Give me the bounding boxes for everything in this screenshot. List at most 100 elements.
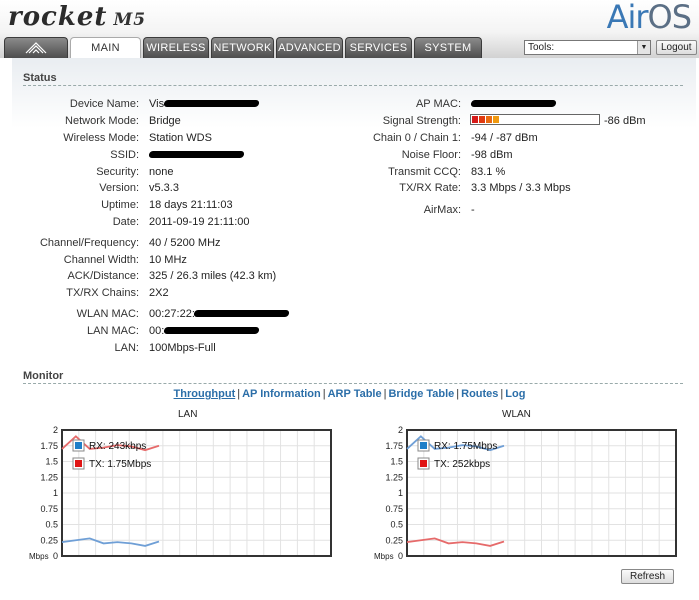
y-tick-label: 0 <box>53 551 58 561</box>
signal-segment <box>486 116 492 123</box>
tools-select[interactable]: Tools: ▼ <box>524 40 651 55</box>
left-label: Channel Width: <box>63 254 139 266</box>
signal-segment <box>493 116 499 123</box>
signal-strength-bar <box>470 114 600 125</box>
right-label: AirMax: <box>423 204 461 216</box>
y-tick-label: 1.75 <box>40 441 58 451</box>
left-value: Station WDS <box>149 132 212 144</box>
y-tick-label: 2 <box>398 425 403 435</box>
legend-label: TX: 252kbps <box>434 459 490 470</box>
redaction-mark <box>470 100 557 107</box>
right-label: Chain 0 / Chain 1: <box>372 132 461 144</box>
right-value: 83.1 % <box>471 166 506 178</box>
refresh-button[interactable]: Refresh <box>621 569 674 584</box>
right-label: TX/RX Rate: <box>399 182 461 194</box>
redaction-mark <box>163 327 260 334</box>
signal-segment <box>479 116 485 123</box>
legend-swatch <box>75 442 82 449</box>
tab-advanced[interactable]: ADVANCED <box>276 37 343 58</box>
tab-ubiquiti[interactable] <box>4 37 68 58</box>
right-value: -94 / -87 dBm <box>471 132 538 144</box>
monitor-links: Throughput | AP Information | ARP Table | Brid… <box>0 388 699 400</box>
y-tick-label: 0 <box>398 551 403 561</box>
lan-throughput-chart: 0 0.25 0.5 0.75 1 1.25 1.5 1.75 2 Mbps RX: 243kbps… <box>29 425 332 561</box>
left-value: Bridge <box>149 115 181 127</box>
right-value: - <box>471 204 475 216</box>
monitor-link-throughput[interactable]: Throughput <box>174 388 236 400</box>
legend-swatch <box>75 460 82 467</box>
product-logo: rocket M5 <box>8 2 146 32</box>
legend-label: RX: 243kbps <box>89 441 146 452</box>
right-value: -98 dBm <box>471 149 513 161</box>
left-label: Version: <box>99 182 139 194</box>
left-label: Channel/Frequency: <box>39 237 139 249</box>
legend-swatch <box>420 460 427 467</box>
tab-services[interactable]: SERVICES <box>345 37 412 58</box>
left-value: Vis <box>149 98 165 110</box>
signal-segment <box>472 116 478 123</box>
y-tick-label: 1.75 <box>385 441 403 451</box>
left-label: LAN: <box>114 342 139 354</box>
left-label: Date: <box>112 216 139 228</box>
tools-area: Tools: ▼ Logout <box>524 40 697 55</box>
legend-label: RX: 1.75Mbps <box>434 441 497 452</box>
airos-logo-a: Air <box>606 0 649 36</box>
y-tick-label: 1.5 <box>45 457 58 467</box>
y-tick-label: 1 <box>398 488 403 498</box>
y-axis-unit: Mbps <box>374 552 394 561</box>
monitor-link-bridge-table[interactable]: Bridge Table <box>388 388 454 400</box>
y-tick-label: 0.75 <box>385 504 403 514</box>
logout-button[interactable]: Logout <box>656 40 697 55</box>
monitor-link-arp-table[interactable]: ARP Table <box>328 388 382 400</box>
left-value: 00: <box>149 325 165 337</box>
y-tick-label: 1.25 <box>40 472 58 482</box>
monitor-link-routes[interactable]: Routes <box>461 388 498 400</box>
link-separator: | <box>456 388 460 400</box>
signal-strength-fill <box>472 116 499 123</box>
ubiquiti-logo-icon <box>25 42 47 54</box>
lan-chart-title: LAN <box>178 409 198 420</box>
left-value: v5.3.3 <box>149 182 179 194</box>
airos-logo: AirOS <box>606 0 692 36</box>
y-tick-label: 0.5 <box>45 520 58 530</box>
y-tick-label: 0.25 <box>385 535 403 545</box>
main-tabs: MAIN WIRELESS NETWORK ADVANCED SERVICES … <box>4 37 482 58</box>
tab-wireless[interactable]: WIRELESS <box>143 37 209 58</box>
right-value: -86 dBm <box>604 115 646 127</box>
left-value: 00:27:22: <box>149 308 195 320</box>
left-label: Device Name: <box>69 98 139 110</box>
left-value: 10 MHz <box>149 254 187 266</box>
brand-model: M5 <box>113 10 147 30</box>
y-axis-unit: Mbps <box>29 552 49 561</box>
monitor-link-log[interactable]: Log <box>505 388 525 400</box>
y-tick-label: 1.5 <box>390 457 403 467</box>
y-tick-label: 0.25 <box>40 535 58 545</box>
monitor-title: Monitor <box>23 370 64 382</box>
right-label: Signal Strength: <box>382 115 461 127</box>
left-label: ACK/Distance: <box>67 270 139 282</box>
right-label: Transmit CCQ: <box>388 166 461 178</box>
wlan-chart-title: WLAN <box>502 409 531 420</box>
tab-network[interactable]: NETWORK <box>211 37 274 58</box>
link-separator: | <box>237 388 241 400</box>
redaction-mark <box>193 310 290 317</box>
header: rocket M5 AirOS MAIN WIRELESS NETWORK ADV… <box>0 0 699 58</box>
redaction-mark <box>148 151 245 158</box>
tab-system[interactable]: SYSTEM <box>414 37 482 58</box>
left-label: Security: <box>96 166 139 178</box>
link-separator: | <box>383 388 387 400</box>
status-title: Status <box>23 72 57 84</box>
tools-select-value: Tools: <box>528 42 555 53</box>
monitor-link-ap-information[interactable]: AP Information <box>242 388 321 400</box>
y-tick-label: 0.5 <box>390 520 403 530</box>
chevron-down-icon[interactable]: ▼ <box>637 41 650 54</box>
airos-logo-b: OS <box>647 0 692 36</box>
y-tick-label: 1 <box>53 488 58 498</box>
link-separator: | <box>500 388 504 400</box>
tab-main[interactable]: MAIN <box>70 37 141 58</box>
status-divider <box>23 85 683 86</box>
monitor-divider <box>23 383 683 384</box>
link-separator: | <box>322 388 326 400</box>
left-label: LAN MAC: <box>87 325 139 337</box>
wlan-throughput-chart: 0 0.25 0.5 0.75 1 1.25 1.5 1.75 2 Mbps RX: 1.75Mbp… <box>374 425 677 561</box>
